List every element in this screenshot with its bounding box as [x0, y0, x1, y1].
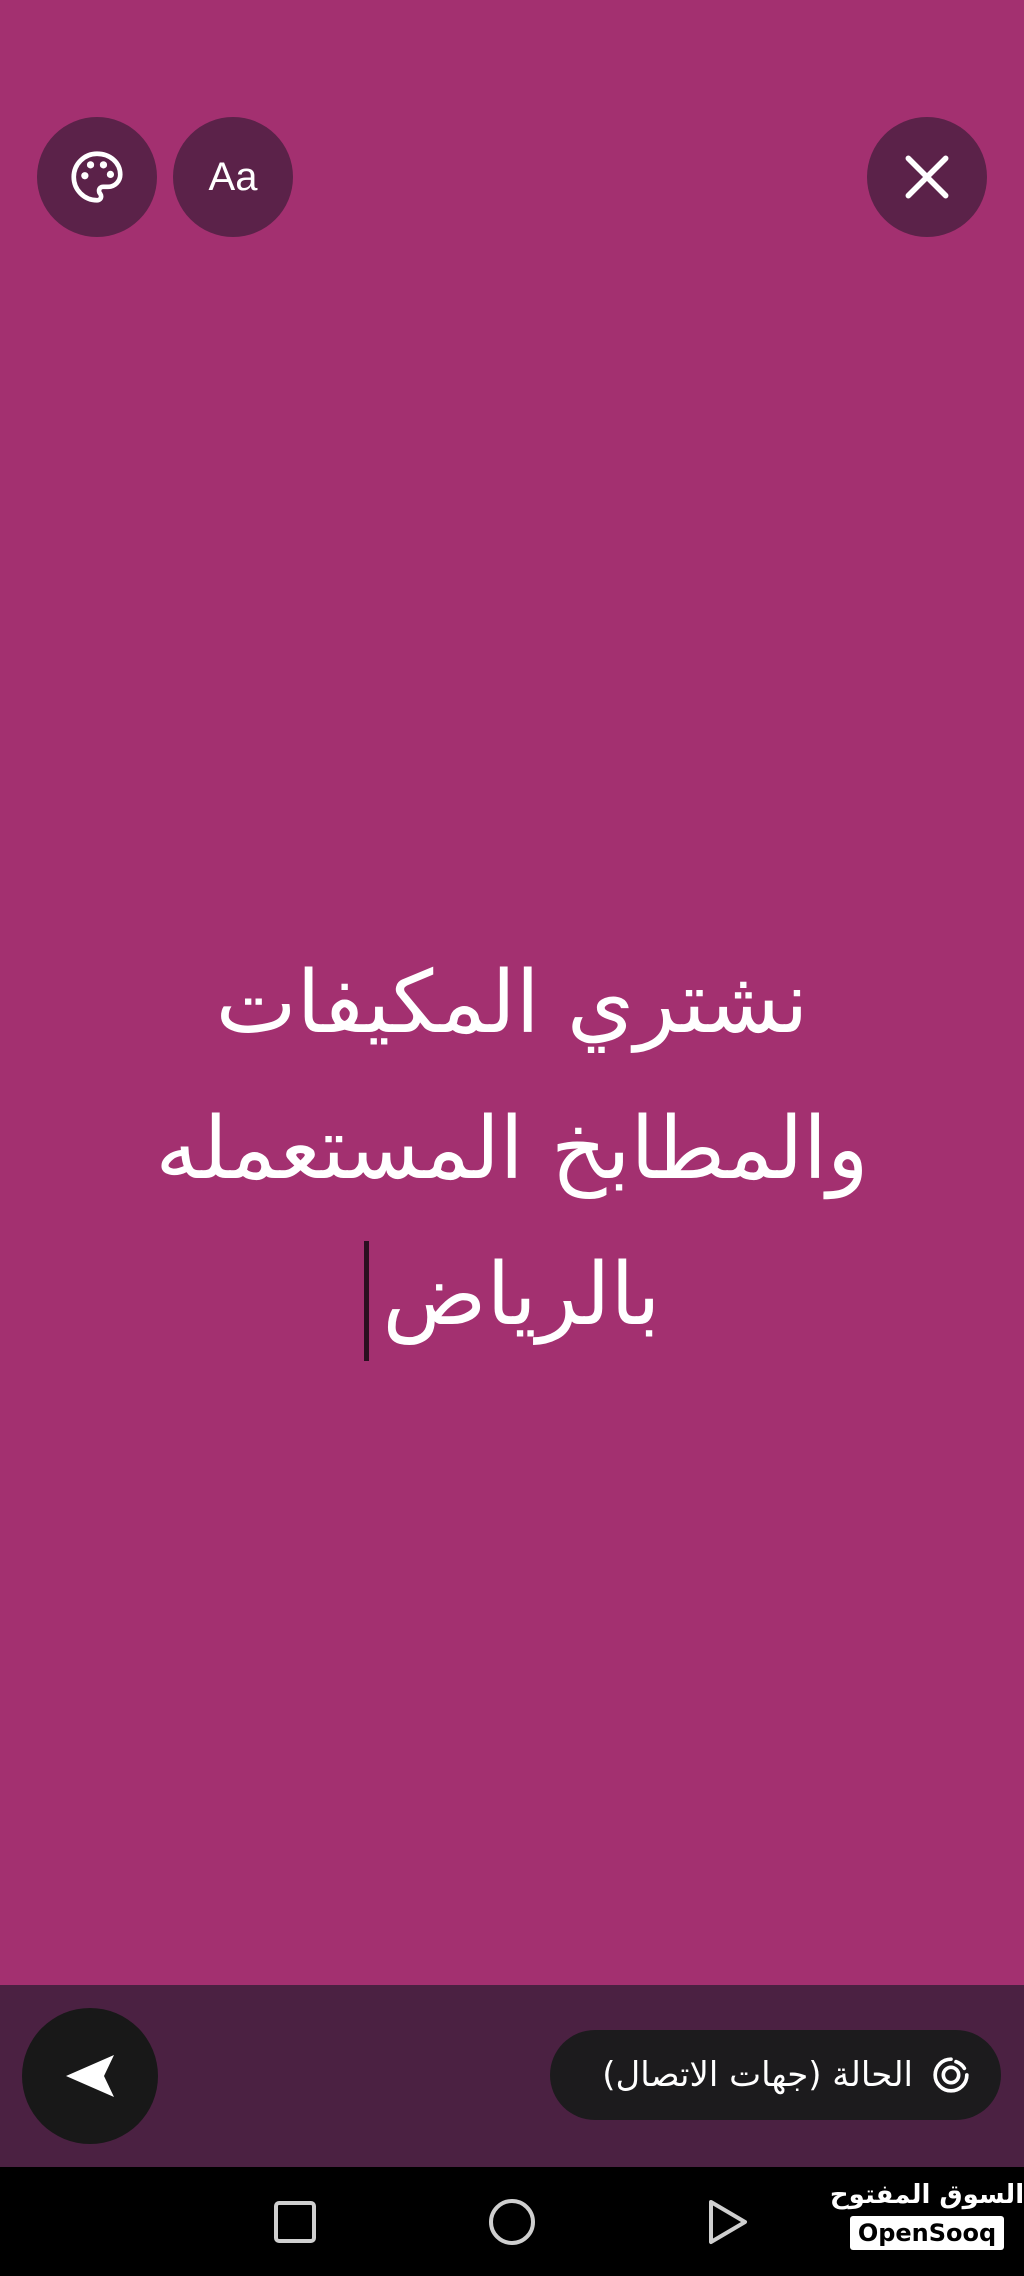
status-text-line-3: بالرياض [60, 1222, 964, 1368]
back-button[interactable] [696, 2190, 760, 2254]
triangle-back-icon [709, 2200, 747, 2244]
circle-icon [489, 2199, 535, 2245]
status-text-line-2: والمطابخ المستعمله [155, 1099, 869, 1199]
status-text-line-1: نشتري المكيفات [215, 953, 809, 1053]
status-ring-icon [933, 2057, 969, 2093]
font-style-button[interactable]: Aa [173, 117, 293, 237]
home-button[interactable] [480, 2190, 544, 2254]
send-button[interactable] [22, 2008, 158, 2144]
status-text-editor[interactable]: نشتري المكيفات والمطابخ المستعمله بالريا… [60, 930, 964, 1368]
text-cursor [363, 1240, 369, 1361]
square-icon [274, 2201, 316, 2243]
status-composer-screen: Aa نشتري المكيفات والمطابخ المستعمله بال… [0, 0, 1024, 2276]
close-icon [905, 155, 949, 199]
close-button[interactable] [867, 117, 987, 237]
recents-button[interactable] [263, 2190, 327, 2254]
send-icon [66, 2055, 114, 2097]
palette-button[interactable] [37, 117, 157, 237]
audience-selector[interactable]: الحالة (جهات الاتصال) [550, 2030, 1001, 2120]
watermark-arabic: السوق المفتوح [829, 2180, 1024, 2210]
audience-label: الحالة (جهات الاتصال) [602, 2055, 913, 2095]
palette-icon [71, 151, 123, 203]
watermark-latin: OpenSooq [849, 2216, 1005, 2250]
status-text-line-3-text: بالرياض [382, 1245, 661, 1345]
font-style-label: Aa [208, 154, 258, 199]
opensooq-watermark: السوق المفتوح OpenSooq [830, 2178, 1024, 2264]
